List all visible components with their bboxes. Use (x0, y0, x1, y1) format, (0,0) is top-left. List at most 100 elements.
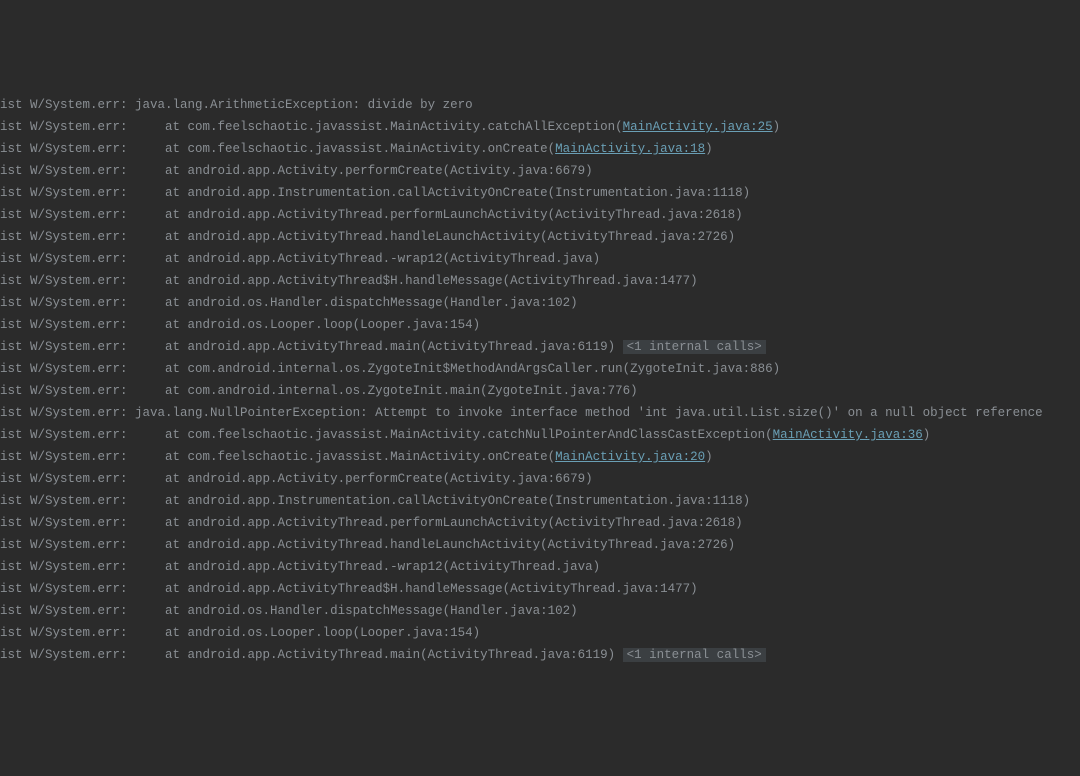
paren-close: ) (585, 472, 593, 486)
paren-open: ( (503, 274, 511, 288)
source-link[interactable]: MainActivity.java:25 (623, 120, 773, 134)
paren-close: ) (608, 648, 616, 662)
source-link[interactable]: MainActivity.java:36 (773, 428, 923, 442)
log-indent: at (135, 428, 188, 442)
log-line: ist W/System.err: at android.app.Activit… (0, 248, 1080, 270)
internal-calls-badge[interactable]: <1 internal calls> (623, 648, 766, 662)
log-prefix: ist W/System.err: (0, 494, 135, 508)
paren-open: ( (548, 186, 556, 200)
log-prefix: ist W/System.err: (0, 428, 135, 442)
log-line: ist W/System.err: at com.feelschaotic.ja… (0, 138, 1080, 160)
stack-method: android.app.ActivityThread.main (188, 648, 421, 662)
log-prefix: ist W/System.err: (0, 516, 135, 530)
paren-close: ) (570, 296, 578, 310)
paren-open: ( (765, 428, 773, 442)
paren-open: ( (548, 450, 556, 464)
paren-close: ) (773, 362, 781, 376)
stack-method: android.os.Handler.dispatchMessage (188, 604, 443, 618)
stack-method: com.feelschaotic.javassist.MainActivity.… (188, 142, 548, 156)
paren-open: ( (443, 472, 451, 486)
stack-method: android.app.Activity.performCreate (188, 472, 443, 486)
log-line: ist W/System.err: java.lang.NullPointerE… (0, 402, 1080, 424)
log-indent: at (135, 604, 188, 618)
log-line: ist W/System.err: at com.android.interna… (0, 358, 1080, 380)
log-line: ist W/System.err: at android.app.Activit… (0, 204, 1080, 226)
source-link[interactable]: MainActivity.java:20 (555, 450, 705, 464)
paren-open: ( (548, 516, 556, 530)
source-location: ActivityThread.java:2618 (555, 516, 735, 530)
paren-open: ( (353, 318, 361, 332)
stack-method: android.os.Looper.loop (188, 626, 353, 640)
log-line: ist W/System.err: at android.app.Instrum… (0, 490, 1080, 512)
paren-open: ( (443, 604, 451, 618)
log-line: ist W/System.err: at android.app.Activit… (0, 270, 1080, 292)
source-location: ActivityThread.java:2618 (555, 208, 735, 222)
log-prefix: ist W/System.err: (0, 142, 135, 156)
log-prefix: ist W/System.err: (0, 208, 135, 222)
stack-method: android.app.Instrumentation.callActivity… (188, 494, 548, 508)
source-location: Instrumentation.java:1118 (555, 494, 743, 508)
log-prefix: ist W/System.err: (0, 186, 135, 200)
log-indent: at (135, 648, 188, 662)
log-prefix: ist W/System.err: (0, 406, 135, 420)
log-indent: at (135, 472, 188, 486)
log-indent: at (135, 274, 188, 288)
stack-method: android.app.Instrumentation.callActivity… (188, 186, 548, 200)
paren-open: ( (443, 296, 451, 310)
log-line: ist W/System.err: at android.app.Activit… (0, 578, 1080, 600)
source-location: ActivityThread.java:1477 (510, 582, 690, 596)
paren-close: ) (585, 164, 593, 178)
source-location: Handler.java:102 (450, 296, 570, 310)
log-indent: at (135, 538, 188, 552)
log-prefix: ist W/System.err: (0, 472, 135, 486)
log-prefix: ist W/System.err: (0, 582, 135, 596)
log-line: ist W/System.err: at android.os.Looper.l… (0, 314, 1080, 336)
stack-method: android.app.ActivityThread$H.handleMessa… (188, 582, 503, 596)
log-prefix: ist W/System.err: (0, 296, 135, 310)
log-line: ist W/System.err: java.lang.ArithmeticEx… (0, 94, 1080, 116)
paren-close: ) (630, 384, 638, 398)
source-location: Looper.java:154 (360, 626, 473, 640)
log-indent: at (135, 120, 188, 134)
paren-close: ) (773, 120, 781, 134)
log-indent: at (135, 560, 188, 574)
paren-close: ) (690, 274, 698, 288)
log-indent: at (135, 208, 188, 222)
log-indent: at (135, 626, 188, 640)
stack-method: com.feelschaotic.javassist.MainActivity.… (188, 120, 616, 134)
stack-method: android.app.ActivityThread.main (188, 340, 421, 354)
log-line: ist W/System.err: at com.android.interna… (0, 380, 1080, 402)
log-indent: at (135, 582, 188, 596)
source-location: Instrumentation.java:1118 (555, 186, 743, 200)
log-prefix: ist W/System.err: (0, 450, 135, 464)
log-indent: at (135, 318, 188, 332)
log-indent: at (135, 230, 188, 244)
log-prefix: ist W/System.err: (0, 604, 135, 618)
log-indent: at (135, 450, 188, 464)
paren-close: ) (690, 582, 698, 596)
paren-open: ( (623, 362, 631, 376)
source-link[interactable]: MainActivity.java:18 (555, 142, 705, 156)
stack-method: android.app.ActivityThread.handleLaunchA… (188, 230, 541, 244)
log-line: ist W/System.err: at android.app.Activit… (0, 534, 1080, 556)
log-indent: at (135, 340, 188, 354)
stack-method: android.os.Looper.loop (188, 318, 353, 332)
log-line: ist W/System.err: at android.os.Looper.l… (0, 622, 1080, 644)
source-location: ActivityThread.java:6119 (428, 648, 608, 662)
source-location: Looper.java:154 (360, 318, 473, 332)
internal-calls-badge[interactable]: <1 internal calls> (623, 340, 766, 354)
log-line: ist W/System.err: at android.app.Instrum… (0, 182, 1080, 204)
stack-method: com.android.internal.os.ZygoteInit.main (188, 384, 481, 398)
paren-close: ) (705, 450, 713, 464)
paren-close: ) (743, 494, 751, 508)
paren-close: ) (593, 252, 601, 266)
paren-close: ) (728, 538, 736, 552)
log-prefix: ist W/System.err: (0, 318, 135, 332)
source-location: ActivityThread.java:1477 (510, 274, 690, 288)
log-line: ist W/System.err: at android.app.Activit… (0, 226, 1080, 248)
log-prefix: ist W/System.err: (0, 560, 135, 574)
stack-method: android.app.ActivityThread.-wrap12 (188, 252, 443, 266)
log-message: java.lang.ArithmeticException: divide by… (135, 98, 473, 112)
log-indent: at (135, 252, 188, 266)
paren-open: ( (615, 120, 623, 134)
